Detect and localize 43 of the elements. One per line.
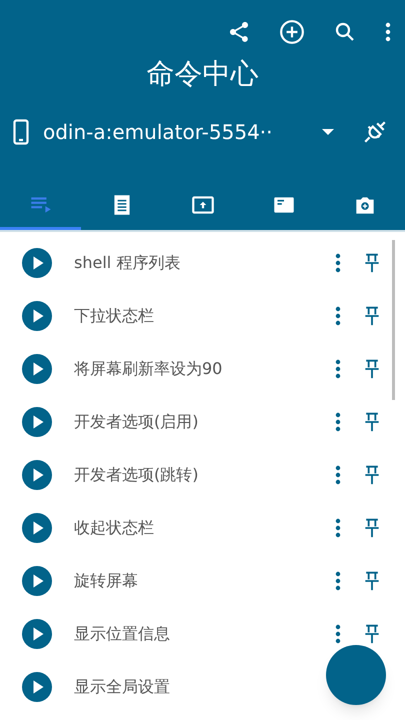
play-button[interactable] xyxy=(22,618,52,648)
command-label[interactable]: 旋转屏幕 xyxy=(74,568,138,592)
more-icon[interactable] xyxy=(335,518,341,538)
pin-icon[interactable] xyxy=(363,306,381,326)
pin-icon[interactable] xyxy=(363,252,381,272)
pin-icon[interactable] xyxy=(363,358,381,378)
phone-icon xyxy=(13,119,29,145)
command-label[interactable]: 将屏幕刷新率设为90 xyxy=(74,356,222,380)
pin-icon[interactable] xyxy=(363,464,381,484)
more-icon[interactable] xyxy=(335,358,341,378)
command-label[interactable]: shell 程序列表 xyxy=(74,250,180,274)
play-button[interactable] xyxy=(22,672,52,702)
play-button[interactable] xyxy=(22,406,52,436)
pin-icon[interactable] xyxy=(363,412,381,432)
play-button[interactable] xyxy=(22,300,52,330)
more-icon[interactable] xyxy=(335,252,341,272)
add-circle-icon[interactable] xyxy=(279,19,305,45)
app-title: 命令中心 xyxy=(146,56,258,92)
command-label[interactable]: 收起状态栏 xyxy=(74,516,154,540)
scrollbar[interactable] xyxy=(392,240,395,400)
share-icon[interactable] xyxy=(227,20,251,44)
pin-icon[interactable] xyxy=(363,518,381,538)
dropdown-caret-icon[interactable] xyxy=(322,129,334,135)
play-button[interactable] xyxy=(22,566,52,596)
play-button[interactable] xyxy=(22,512,52,542)
device-name[interactable]: odin-a:emulator-5554·· xyxy=(43,117,273,147)
pin-icon[interactable] xyxy=(363,570,381,590)
more-icon[interactable] xyxy=(335,570,341,590)
more-icon[interactable] xyxy=(385,22,391,42)
more-icon[interactable] xyxy=(335,624,341,644)
play-button[interactable] xyxy=(22,248,52,278)
command-label[interactable]: 显示位置信息 xyxy=(74,622,170,646)
play-button[interactable] xyxy=(22,460,52,490)
command-label[interactable]: 开发者选项(启用) xyxy=(74,410,198,434)
play-button[interactable] xyxy=(22,354,52,384)
command-label[interactable]: 下拉状态栏 xyxy=(74,304,154,328)
more-icon[interactable] xyxy=(335,306,341,326)
plug-icon[interactable] xyxy=(362,119,388,145)
command-label[interactable]: 显示全局设置 xyxy=(74,674,170,698)
command-label[interactable]: 开发者选项(跳转) xyxy=(74,462,198,486)
more-icon[interactable] xyxy=(335,464,341,484)
pin-icon[interactable] xyxy=(363,624,381,644)
more-icon[interactable] xyxy=(335,412,341,432)
